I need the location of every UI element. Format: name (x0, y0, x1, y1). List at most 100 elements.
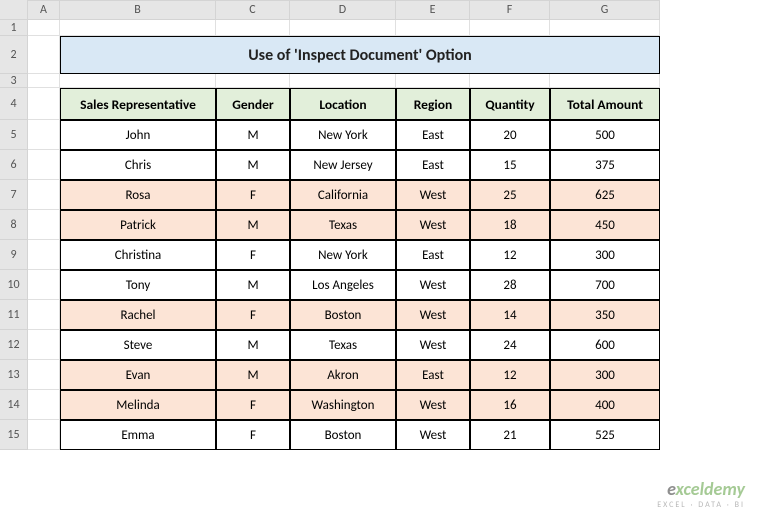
table-cell-total: 500 (550, 120, 660, 150)
table-cell-location: New York (290, 240, 396, 270)
row-header-12[interactable]: 12 (0, 330, 28, 360)
table-cell-location: New York (290, 120, 396, 150)
table-cell-rep: Tony (60, 270, 216, 300)
table-cell-region: East (396, 360, 470, 390)
cell-blank (28, 330, 60, 360)
table-cell-rep: Melinda (60, 390, 216, 420)
table-header-0: Sales Representative (60, 88, 216, 120)
cell-blank (28, 74, 60, 88)
column-header-C[interactable]: C (216, 0, 290, 20)
table-cell-rep: Rosa (60, 180, 216, 210)
row-header-7[interactable]: 7 (0, 180, 28, 210)
select-all-corner[interactable] (0, 0, 28, 20)
table-cell-location: Texas (290, 210, 396, 240)
watermark: exceldemy EXCEL · DATA · BI (657, 478, 745, 510)
row-header-6[interactable]: 6 (0, 150, 28, 180)
table-cell-region: West (396, 180, 470, 210)
column-header-A[interactable]: A (28, 0, 60, 20)
column-header-D[interactable]: D (290, 0, 396, 20)
row-header-11[interactable]: 11 (0, 300, 28, 330)
column-header-E[interactable]: E (396, 0, 470, 20)
row-header-5[interactable]: 5 (0, 120, 28, 150)
table-cell-rep: Emma (60, 420, 216, 450)
table-cell-quantity: 16 (470, 390, 550, 420)
row-header-4[interactable]: 4 (0, 88, 28, 120)
table-cell-gender: F (216, 390, 290, 420)
table-cell-gender: F (216, 420, 290, 450)
column-header-G[interactable]: G (550, 0, 660, 20)
cell-blank (28, 210, 60, 240)
table-cell-total: 525 (550, 420, 660, 450)
table-cell-location: Akron (290, 360, 396, 390)
table-cell-region: West (396, 330, 470, 360)
table-cell-quantity: 24 (470, 330, 550, 360)
table-cell-total: 450 (550, 210, 660, 240)
row-header-14[interactable]: 14 (0, 390, 28, 420)
table-cell-region: East (396, 150, 470, 180)
table-cell-quantity: 25 (470, 180, 550, 210)
row-header-8[interactable]: 8 (0, 210, 28, 240)
cell-blank (28, 300, 60, 330)
cell-blank (290, 20, 396, 36)
table-cell-gender: M (216, 150, 290, 180)
cell-blank (28, 88, 60, 120)
table-cell-quantity: 28 (470, 270, 550, 300)
cell-blank (396, 20, 470, 36)
table-cell-quantity: 12 (470, 360, 550, 390)
column-header-B[interactable]: B (60, 0, 216, 20)
table-cell-location: New Jersey (290, 150, 396, 180)
table-cell-gender: M (216, 330, 290, 360)
column-header-F[interactable]: F (470, 0, 550, 20)
cell-blank (290, 74, 396, 88)
row-header-1[interactable]: 1 (0, 20, 28, 36)
table-header-5: Total Amount (550, 88, 660, 120)
table-cell-location: Boston (290, 420, 396, 450)
table-cell-rep: John (60, 120, 216, 150)
cell-blank (396, 74, 470, 88)
cell-blank (28, 390, 60, 420)
table-cell-region: West (396, 300, 470, 330)
cell-blank (28, 420, 60, 450)
table-header-3: Region (396, 88, 470, 120)
table-cell-gender: F (216, 240, 290, 270)
row-header-9[interactable]: 9 (0, 240, 28, 270)
cell-blank (28, 20, 60, 36)
table-cell-region: East (396, 120, 470, 150)
table-cell-quantity: 21 (470, 420, 550, 450)
table-cell-region: West (396, 210, 470, 240)
table-cell-total: 350 (550, 300, 660, 330)
row-header-13[interactable]: 13 (0, 360, 28, 390)
table-cell-location: Boston (290, 300, 396, 330)
cell-blank (28, 150, 60, 180)
table-cell-rep: Rachel (60, 300, 216, 330)
table-cell-total: 375 (550, 150, 660, 180)
table-header-1: Gender (216, 88, 290, 120)
cell-blank (216, 20, 290, 36)
row-header-10[interactable]: 10 (0, 270, 28, 300)
watermark-tagline: EXCEL · DATA · BI (657, 500, 745, 510)
cell-blank (60, 74, 216, 88)
table-cell-location: Los Angeles (290, 270, 396, 300)
table-cell-location: Texas (290, 330, 396, 360)
table-cell-gender: M (216, 360, 290, 390)
cell-blank (216, 74, 290, 88)
table-cell-quantity: 18 (470, 210, 550, 240)
watermark-brand: exceldemy (657, 478, 745, 500)
table-cell-gender: F (216, 180, 290, 210)
table-cell-total: 400 (550, 390, 660, 420)
table-cell-gender: M (216, 270, 290, 300)
table-cell-rep: Christina (60, 240, 216, 270)
table-cell-quantity: 20 (470, 120, 550, 150)
cell-blank (28, 360, 60, 390)
cell-blank (470, 20, 550, 36)
row-header-2[interactable]: 2 (0, 36, 28, 74)
cell-blank (28, 270, 60, 300)
table-cell-total: 600 (550, 330, 660, 360)
row-header-15[interactable]: 15 (0, 420, 28, 450)
cell-blank (28, 36, 60, 74)
table-header-2: Location (290, 88, 396, 120)
cell-blank (28, 120, 60, 150)
table-cell-location: California (290, 180, 396, 210)
row-header-3[interactable]: 3 (0, 74, 28, 88)
table-cell-gender: M (216, 120, 290, 150)
